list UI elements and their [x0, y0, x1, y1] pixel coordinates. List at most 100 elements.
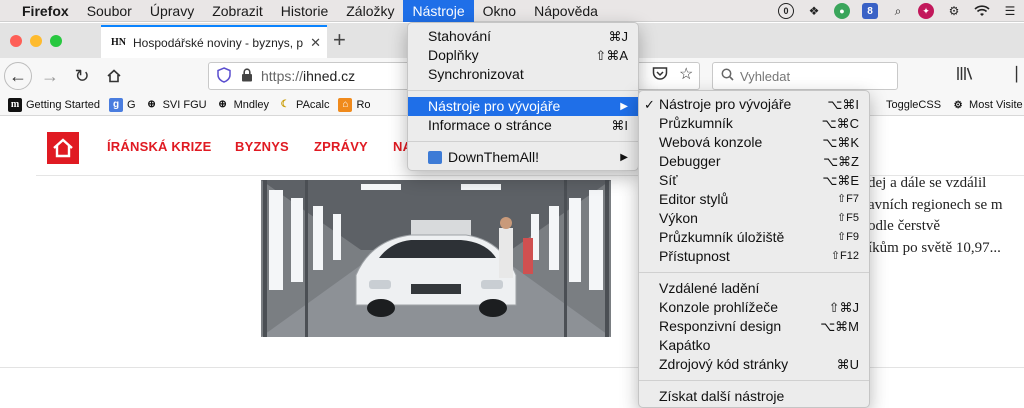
- menu-item-label: Nástroje pro vývojáře: [659, 96, 792, 112]
- menu-napoveda[interactable]: Nápověda: [525, 0, 607, 22]
- home-icon[interactable]: [100, 62, 128, 90]
- menu-historie[interactable]: Historie: [272, 0, 337, 22]
- menu-item-informace-o-strance[interactable]: Informace o stránce ⌘I: [408, 116, 638, 135]
- wifi-icon[interactable]: [974, 3, 990, 19]
- close-window-button[interactable]: [10, 35, 22, 47]
- close-tab-icon[interactable]: ✕: [310, 35, 321, 51]
- bookmark-g[interactable]: g G: [109, 97, 136, 112]
- menu-item-vzdalene-ladeni[interactable]: Vzdálené ladění: [639, 279, 869, 298]
- menu-item-shortcut: ⌥⌘K: [822, 135, 859, 150]
- menu-soubor[interactable]: Soubor: [78, 0, 141, 22]
- menu-item-label: Editor stylů: [659, 191, 729, 207]
- menu-item-label: Debugger: [659, 153, 721, 169]
- rocket-app-icon[interactable]: ✦: [918, 3, 934, 19]
- menu-item-debugger[interactable]: Debugger ⌥⌘Z: [639, 152, 869, 171]
- new-tab-icon[interactable]: +: [333, 27, 346, 53]
- app-status-icon[interactable]: 8: [862, 3, 878, 19]
- sync-status-icon[interactable]: 0: [778, 3, 794, 19]
- menu-item-sit[interactable]: Síť ⌥⌘E: [639, 171, 869, 190]
- menu-item-label: Vzdálené ladění: [659, 280, 760, 296]
- bookmark-svi-fgu[interactable]: ⊕ SVI FGU: [145, 98, 207, 112]
- bookmark-label: SVI FGU: [162, 98, 207, 111]
- gear-icon: ⚙: [953, 99, 963, 111]
- google-icon: g: [109, 97, 123, 112]
- menu-item-downthemall[interactable]: DownThemAll! ▶: [408, 148, 638, 167]
- forward-arrow-icon[interactable]: →: [36, 62, 64, 90]
- menu-item-label: Stahování: [428, 28, 492, 44]
- menu-item-label: Doplňky: [428, 47, 479, 63]
- url-text[interactable]: https://ihned.cz: [261, 68, 355, 84]
- menu-item-shortcut: ⌥⌘M: [820, 319, 859, 334]
- menu-item-responzivni-design[interactable]: Responzivní design ⌥⌘M: [639, 317, 869, 336]
- article-line: odle čerstvě: [868, 218, 941, 234]
- bookmark-getting-started[interactable]: m Getting Started: [8, 97, 100, 112]
- globe-icon: ⊕: [147, 99, 156, 110]
- bookmark-pacalc[interactable]: ☾ PAcalc: [278, 98, 330, 112]
- menu-nastroje[interactable]: Nástroje: [403, 0, 474, 22]
- pocket-icon[interactable]: [652, 66, 668, 84]
- tracking-protection-shield-icon[interactable]: [217, 66, 231, 86]
- bookmark-most-visited[interactable]: ⚙ Most Visite: [951, 98, 1023, 112]
- control-center-icon[interactable]: ☰: [1002, 3, 1018, 19]
- menu-item-label: Přístupnost: [659, 248, 730, 264]
- menu-item-label: Zdrojový kód stránky: [659, 356, 789, 372]
- menu-item-shortcut: ⇧F12: [830, 250, 859, 262]
- bookmark-mndley[interactable]: ⊕ Mndley: [216, 98, 269, 112]
- tab-active[interactable]: HN Hospodářské noviny - byznys, p ✕: [101, 25, 327, 58]
- menu-item-doplnky[interactable]: Doplňky ⇧⌘A: [408, 46, 638, 65]
- article-teaser[interactable]: dej a dále se vzdálil avních regionech s…: [868, 173, 1024, 259]
- menu-item-stahovani[interactable]: Stahování ⌘J: [408, 27, 638, 46]
- spotlight-search-icon[interactable]: ⌕: [890, 3, 906, 19]
- article-line: íkům po světě 10,97...: [868, 239, 1001, 256]
- url-host: ihned.cz: [303, 68, 356, 84]
- menu-item-pristupnost[interactable]: Přístupnost ⇧F12: [639, 247, 869, 266]
- menu-item-konzole-prohlizece[interactable]: Konzole prohlížeče ⇧⌘J: [639, 298, 869, 317]
- bookmark-label: PAcalc: [296, 98, 330, 111]
- menu-item-webova-konzole[interactable]: Webová konzole ⌥⌘K: [639, 133, 869, 152]
- dropbox-icon[interactable]: ❖: [806, 3, 822, 19]
- menu-okno[interactable]: Okno: [474, 0, 525, 22]
- menu-item-zdrojovy-kod[interactable]: Zdrojový kód stránky ⌘U: [639, 355, 869, 374]
- article-photo[interactable]: [261, 180, 611, 337]
- menu-zalozky[interactable]: Záložky: [337, 0, 403, 22]
- back-arrow-icon[interactable]: ←: [4, 62, 32, 90]
- bookmark-star-icon[interactable]: ☆: [679, 64, 693, 84]
- bookmark-label: Most Visite: [969, 99, 1023, 111]
- library-icon[interactable]: [956, 66, 974, 84]
- menu-item-ziskat-dalsi-nastroje[interactable]: Získat další nástroje: [639, 387, 869, 406]
- zoom-window-button[interactable]: [50, 35, 62, 47]
- home-logo-icon[interactable]: [47, 132, 79, 164]
- nav-link-iranska-krize[interactable]: ÍRÁNSKÁ KRIZE: [107, 139, 211, 154]
- menu-item-nastroje-pro-vyvojare[interactable]: Nástroje pro vývojáře ▶: [408, 97, 638, 116]
- menu-item-pruzkumnik[interactable]: Průzkumník ⌥⌘C: [639, 114, 869, 133]
- vpn-icon[interactable]: ●: [834, 3, 850, 19]
- notifications-icon[interactable]: ⚙: [946, 3, 962, 19]
- menu-item-label: Průzkumník: [659, 115, 733, 131]
- search-icon: [721, 68, 734, 84]
- minimize-window-button[interactable]: [30, 35, 42, 47]
- bookmark-togglecss[interactable]: ToggleCSS: [868, 98, 941, 112]
- search-bar[interactable]: Vyhledat: [712, 62, 898, 90]
- bookmark-ro[interactable]: ⌂ Ro: [338, 97, 371, 112]
- bookmarks-right: ToggleCSS ⚙ Most Visite: [862, 94, 1024, 115]
- menu-item-label: Síť: [659, 172, 678, 188]
- menu-separator: [408, 141, 638, 142]
- reload-icon[interactable]: ↻: [68, 62, 96, 90]
- menu-item-shortcut: ⌥⌘I: [827, 97, 859, 112]
- menu-item-label: Informace o stránce: [428, 117, 552, 133]
- nav-link-byznys[interactable]: BYZNYS: [235, 139, 289, 154]
- menu-item-kapatko[interactable]: Kapátko: [639, 336, 869, 355]
- menu-item-devtools[interactable]: ✓ Nástroje pro vývojáře ⌥⌘I: [639, 95, 869, 114]
- menu-item-synchronizovat[interactable]: Synchronizovat: [408, 65, 638, 84]
- lock-icon[interactable]: [241, 67, 253, 85]
- nav-link-zpravy[interactable]: ZPRÁVY: [314, 139, 368, 154]
- menu-item-vykon[interactable]: Výkon ⇧F5: [639, 209, 869, 228]
- menu-upravy[interactable]: Úpravy: [141, 0, 203, 22]
- menu-zobrazit[interactable]: Zobrazit: [203, 0, 272, 22]
- menu-item-pruzkumnik-uloziste[interactable]: Průzkumník úložiště ⇧F9: [639, 228, 869, 247]
- orange-site-icon: ⌂: [338, 97, 353, 112]
- menu-item-editor-stylu[interactable]: Editor stylů ⇧F7: [639, 190, 869, 209]
- bookmark-label: G: [127, 98, 136, 111]
- overflow-icon[interactable]: ▏: [1016, 66, 1024, 83]
- menu-firefox[interactable]: Firefox: [10, 0, 78, 22]
